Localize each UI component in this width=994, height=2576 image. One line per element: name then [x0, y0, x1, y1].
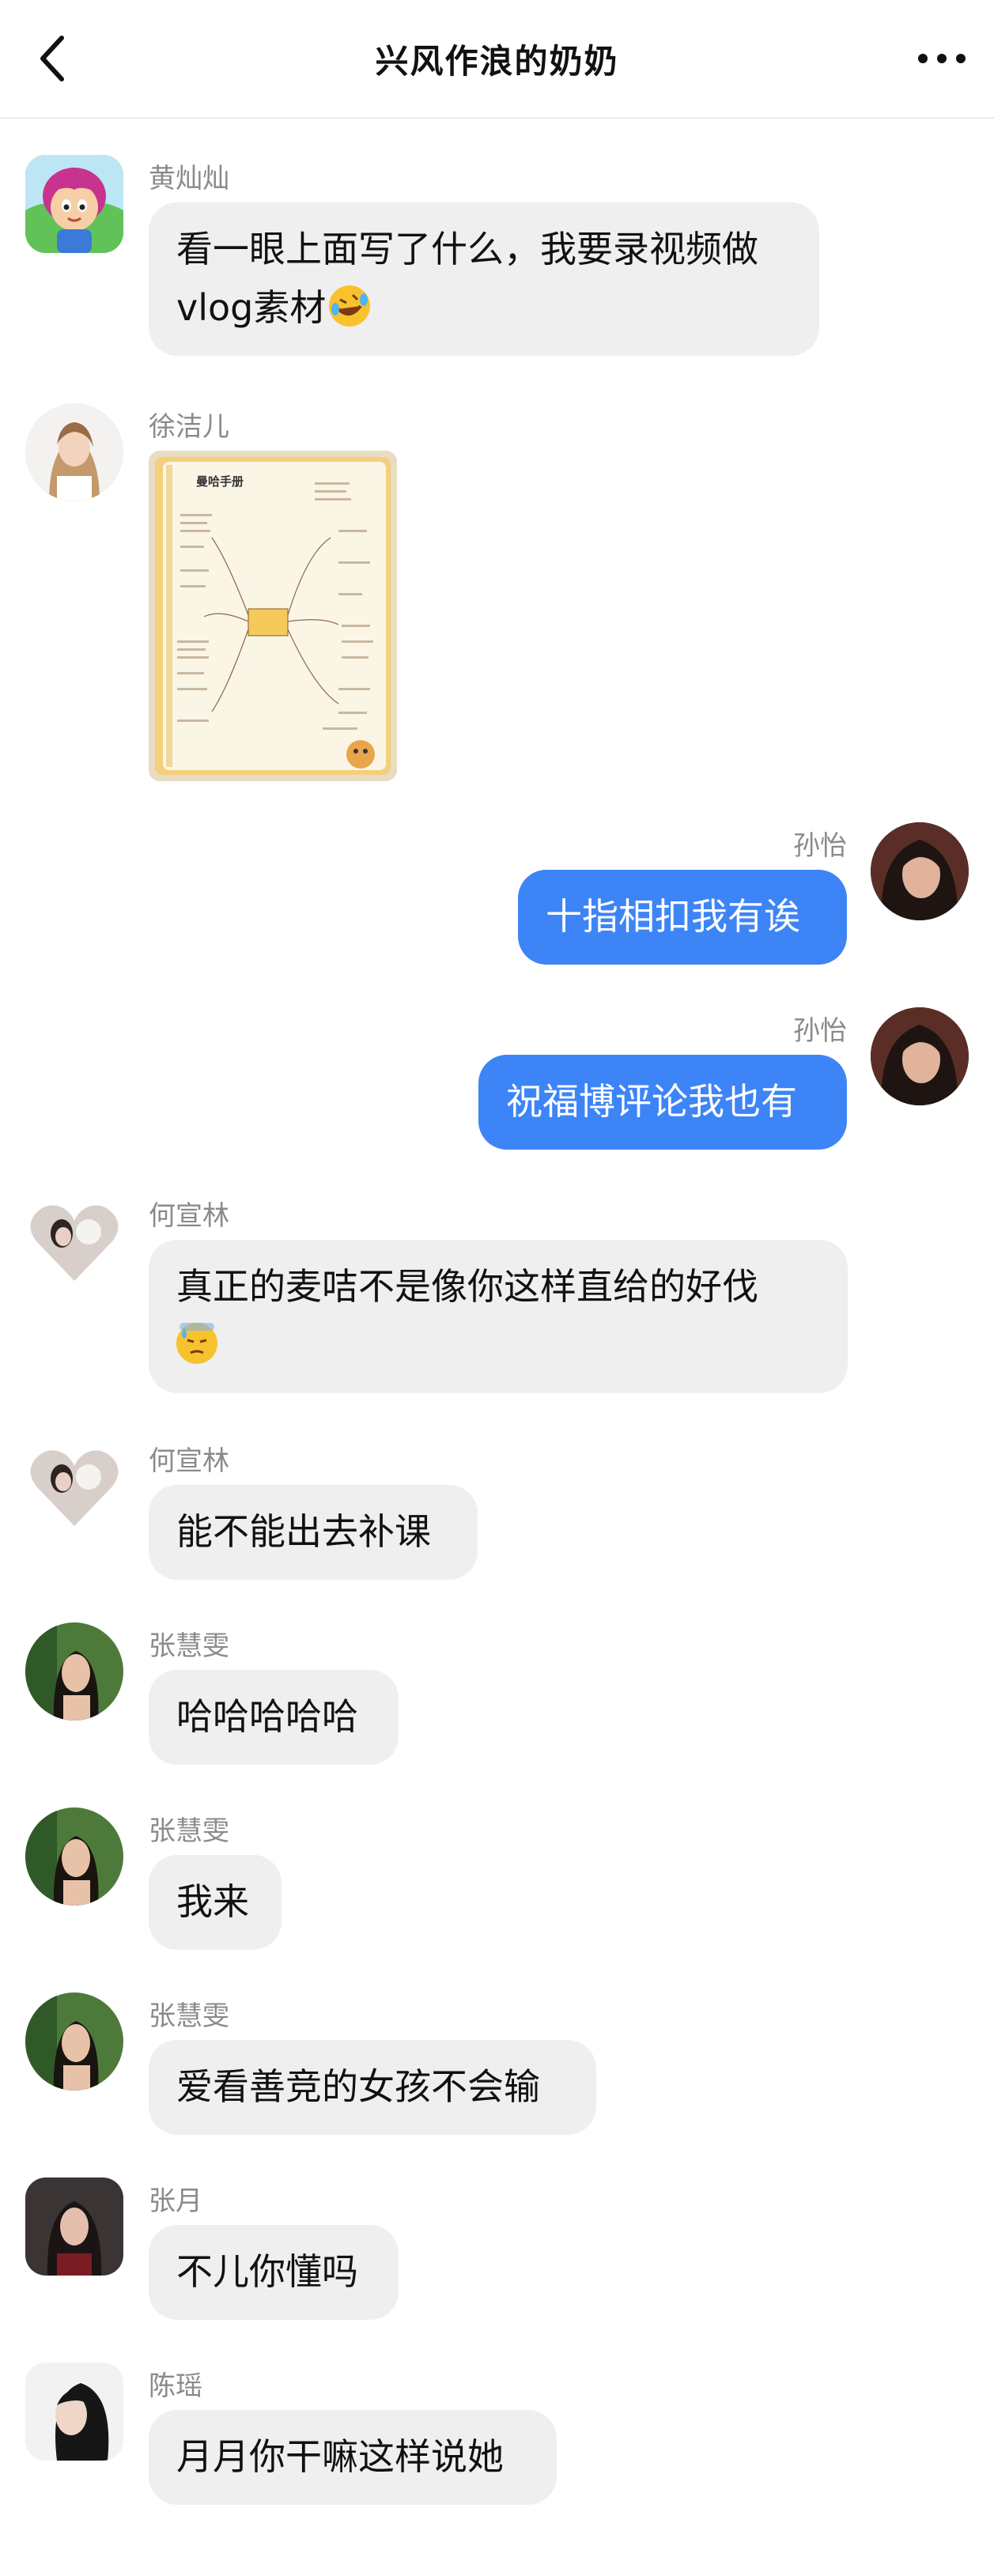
message-text-line2: vlog素材 [176, 278, 792, 337]
message-bubble[interactable]: 看一眼上面写了什么，我要录视频做 vlog素材 [149, 202, 819, 356]
message-text: 爱看善竞的女孩不会输 [176, 2065, 540, 2108]
sender-name: 徐洁儿 [149, 411, 229, 443]
downcast-sweat-emoji-icon [176, 1323, 217, 1364]
rolling-laughing-emoji-icon [329, 285, 371, 327]
avatar[interactable] [25, 1622, 123, 1720]
message-bubble[interactable]: 月月你干嘛这样说她 [149, 2410, 557, 2505]
sender-name: 张慧雯 [149, 2000, 229, 2032]
message-text: 哈哈哈哈哈 [176, 1695, 358, 1738]
sender-name: 张慧雯 [149, 1630, 229, 1662]
message-bubble[interactable]: 十指相扣我有诶 [518, 870, 847, 965]
message-text: 十指相扣我有诶 [546, 895, 800, 938]
sender-name: 何宣林 [149, 1445, 229, 1477]
avatar[interactable] [25, 155, 123, 253]
message-text: 月月你干嘛这样说她 [176, 2435, 504, 2478]
sender-name: 黄灿灿 [149, 163, 229, 195]
message-bubble[interactable]: 真正的麦咭不是像你这样直给的好伐 [149, 1240, 848, 1393]
more-options-button[interactable] [910, 36, 973, 81]
sender-name: 陈瑶 [149, 2370, 202, 2402]
message-bubble[interactable]: 我来 [149, 1855, 282, 1950]
message-bubble[interactable]: 祝福博评论我也有 [478, 1055, 847, 1150]
avatar[interactable] [25, 403, 123, 501]
more-dots-icon [918, 54, 966, 63]
shared-image[interactable]: 曼哈手册 [149, 451, 397, 781]
message-text: 祝福博评论我也有 [506, 1080, 797, 1123]
avatar[interactable] [871, 822, 969, 920]
message-text: 我来 [176, 1880, 249, 1923]
avatar[interactable] [25, 1992, 123, 2091]
message-text: 能不能出去补课 [176, 1510, 431, 1553]
message-text-line2 [176, 1316, 820, 1374]
avatar[interactable] [871, 1007, 969, 1105]
avatar[interactable] [25, 1807, 123, 1906]
avatar[interactable] [25, 2363, 123, 2461]
chat-title: 兴风作浪的奶奶 [375, 42, 619, 81]
message-text: 不儿你懂吗 [176, 2250, 358, 2293]
sender-name: 孙怡 [793, 830, 847, 862]
sender-name: 孙怡 [793, 1015, 847, 1047]
message-text: 看一眼上面写了什么，我要录视频做 [176, 228, 758, 270]
message-text: vlog素材 [176, 286, 327, 329]
chat-header: 兴风作浪的奶奶 [0, 0, 994, 119]
message-bubble[interactable]: 哈哈哈哈哈 [149, 1670, 399, 1765]
avatar[interactable] [25, 1192, 123, 1290]
sender-name: 张月 [149, 2185, 202, 2217]
message-bubble[interactable]: 爱看善竞的女孩不会输 [149, 2040, 596, 2135]
image-title-text: 曼哈手册 [196, 474, 244, 489]
sender-name: 张慧雯 [149, 1815, 229, 1847]
message-text: 真正的麦咭不是像你这样直给的好伐 [176, 1265, 758, 1308]
message-bubble[interactable]: 能不能出去补课 [149, 1485, 478, 1580]
message-bubble[interactable]: 不儿你懂吗 [149, 2225, 399, 2320]
sender-name: 何宣林 [149, 1200, 229, 1232]
avatar[interactable] [25, 2178, 123, 2276]
avatar[interactable] [25, 1437, 123, 1535]
